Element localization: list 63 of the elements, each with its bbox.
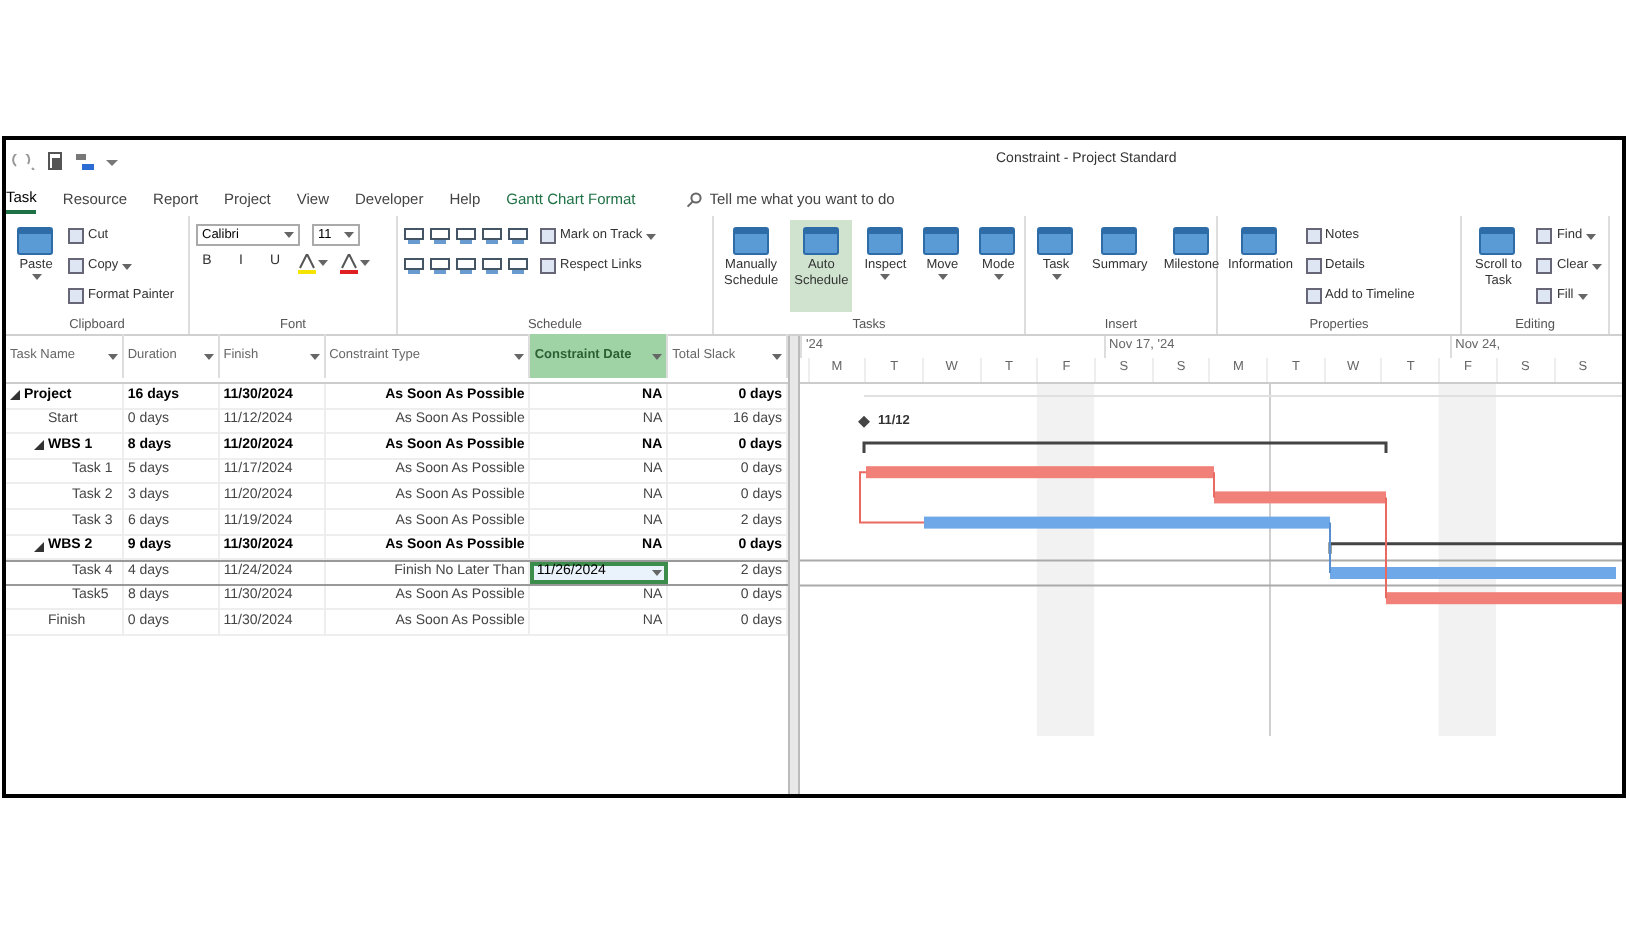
- square-icon: [68, 228, 84, 244]
- window-icon: [1171, 224, 1212, 258]
- caret-icon: [514, 353, 525, 359]
- window-icon: [922, 224, 963, 258]
- caret-icon: [646, 233, 657, 239]
- square-icon: [1305, 228, 1322, 244]
- square-icon: [1305, 258, 1322, 274]
- schedule-icon: [456, 258, 476, 274]
- caret-icon: [203, 353, 214, 359]
- hierarchy-icon[interactable]: [76, 153, 94, 171]
- schedule-icon: [456, 228, 476, 244]
- window-icon: [1036, 224, 1076, 258]
- caret-icon: [284, 232, 294, 238]
- document-icon[interactable]: [48, 152, 64, 172]
- square-icon: [1536, 228, 1553, 244]
- caret-icon: [652, 353, 663, 359]
- window-icon: [801, 224, 842, 258]
- schedule-icon: [404, 228, 424, 244]
- search-icon: [685, 192, 702, 208]
- caret-icon: [772, 353, 782, 359]
- square-icon: [68, 288, 84, 304]
- caret-icon: [107, 353, 118, 359]
- window-icon: [978, 224, 1019, 258]
- caret-icon: [309, 353, 320, 359]
- caret-icon: [937, 273, 948, 279]
- square-icon: [540, 228, 556, 244]
- window-icon: [865, 224, 906, 258]
- milestone-icon: [858, 415, 870, 428]
- collapse-triangle-icon[interactable]: [34, 440, 44, 451]
- caret-icon: [1577, 293, 1588, 299]
- caret-icon: [1051, 273, 1061, 279]
- schedule-icon: [508, 258, 528, 274]
- schedule-icon: [482, 258, 502, 274]
- square-icon: [1536, 258, 1553, 274]
- caret-icon: [344, 232, 354, 238]
- caret-icon: [1592, 263, 1602, 269]
- caret-icon: [1586, 233, 1597, 239]
- window-icon: [1478, 224, 1519, 258]
- collapse-triangle-icon[interactable]: [10, 390, 20, 401]
- schedule-icon: [430, 258, 450, 274]
- square-icon: [540, 258, 556, 274]
- caret-icon: [122, 263, 133, 269]
- schedule-icon: [404, 258, 424, 274]
- customize-menu-icon[interactable]: [106, 157, 118, 167]
- square-icon: [68, 258, 84, 274]
- window-icon: [1099, 224, 1140, 258]
- window-icon: [16, 224, 56, 258]
- collapse-triangle-icon[interactable]: [34, 541, 44, 552]
- caret-icon: [880, 273, 891, 279]
- caret-icon: [360, 260, 370, 266]
- caret-icon: [993, 273, 1004, 279]
- caret-icon: [31, 273, 41, 279]
- color-button[interactable]: [298, 252, 328, 274]
- square-icon: [1305, 288, 1322, 304]
- color-button[interactable]: [340, 252, 370, 274]
- square-icon: [1536, 288, 1553, 304]
- window-icon: [1240, 224, 1281, 258]
- schedule-icon: [508, 228, 528, 244]
- schedule-icon: [482, 228, 502, 244]
- caret-icon: [652, 569, 663, 576]
- window-icon: [731, 224, 772, 258]
- schedule-icon: [430, 228, 450, 244]
- caret-icon: [318, 260, 328, 266]
